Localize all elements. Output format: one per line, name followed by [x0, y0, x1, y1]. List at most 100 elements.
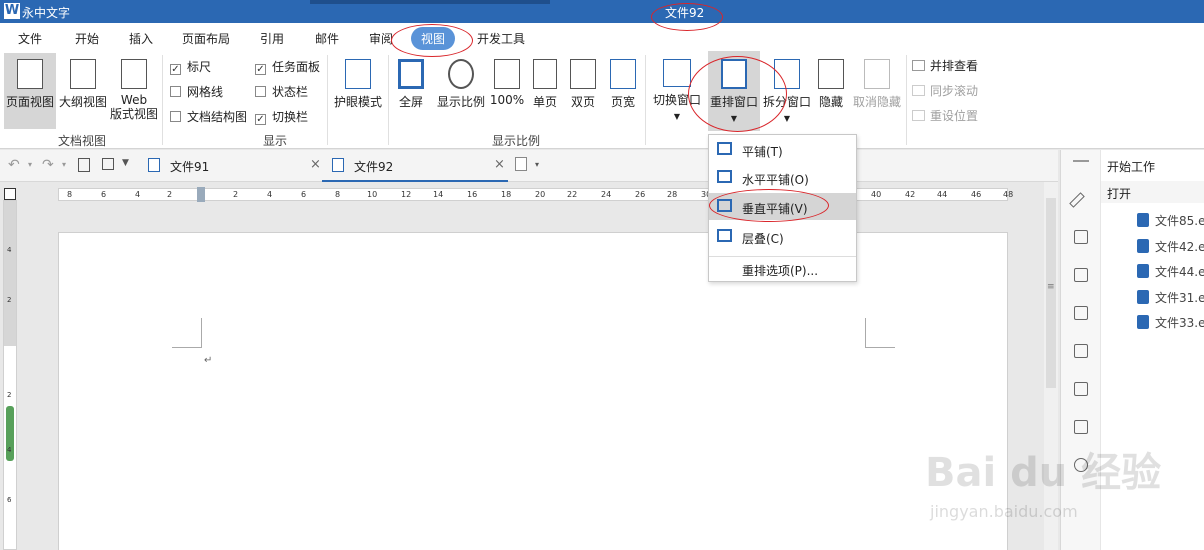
document-icon: [332, 158, 344, 172]
two-pages-button[interactable]: 双页: [566, 53, 600, 129]
web-view-button[interactable]: Web 版式视图: [109, 53, 159, 129]
list-item[interactable]: 文件42.e: [1137, 238, 1204, 264]
ruler-tick-label: 16: [467, 190, 478, 199]
tile-horizontal-icon: [717, 170, 732, 183]
ruler-tick-label: 14: [433, 190, 444, 199]
task-pane-checkbox[interactable]: ✓ 任务面板: [255, 58, 320, 75]
hide-button[interactable]: 隐藏: [816, 53, 846, 129]
undo-icon[interactable]: ↶: [8, 157, 20, 173]
menu-item-arrange-options[interactable]: 重排选项(P)...: [709, 255, 856, 282]
drag-handle-icon[interactable]: [1073, 160, 1089, 162]
document-icon: [1137, 264, 1149, 278]
document-page[interactable]: ↵: [58, 232, 1008, 550]
list-item[interactable]: 文件33.e: [1137, 314, 1204, 340]
document-icon: [1137, 238, 1149, 253]
pen-icon[interactable]: [1069, 192, 1085, 208]
close-icon[interactable]: ×: [494, 157, 505, 172]
group-label-doc-view: 文档视图: [58, 134, 107, 148]
gridlines-label: 网格线: [187, 85, 224, 99]
menu-item-cascade[interactable]: 层叠(C): [709, 223, 856, 250]
zoom-label: 显示比例: [436, 95, 485, 109]
clip-icon[interactable]: [1074, 344, 1088, 358]
ruler-tick-label: 2: [167, 190, 173, 199]
doc-map-checkbox[interactable]: 文档结构图: [170, 108, 247, 125]
chevron-down-icon[interactable]: ▾: [535, 160, 539, 169]
chevron-down-icon[interactable]: ▾: [62, 160, 66, 169]
switch-bar-checkbox[interactable]: ✓ 切换栏: [255, 108, 308, 125]
menu-item-tile[interactable]: 平铺(T): [709, 136, 856, 163]
vertical-ruler[interactable]: 4 2 2 4 6: [3, 200, 17, 550]
chevron-down-icon[interactable]: ▾: [28, 160, 32, 169]
page-view-button[interactable]: 页面视图: [4, 53, 56, 129]
layers-icon[interactable]: [1074, 268, 1088, 282]
tab-stop-selector[interactable]: [4, 188, 16, 200]
checkbox-icon: [170, 111, 181, 122]
horizontal-ruler[interactable]: 8 6 4 2 2 4 6 8 10 12 14 16 18 20 22 24 26 28 30 40 42 44 46 48: [58, 187, 1013, 202]
switch-window-icon: [663, 59, 691, 87]
page-width-button[interactable]: 页宽: [605, 53, 641, 129]
ruler-checkbox[interactable]: ✓ 标尺: [170, 58, 211, 75]
redo-icon[interactable]: ↷: [42, 157, 54, 173]
tab-file91[interactable]: 文件91 ×: [138, 150, 324, 182]
ruler-tick-label: 6: [7, 496, 12, 504]
unhide-button[interactable]: 取消隐藏: [850, 53, 904, 129]
ribbon: 页面视图 大纲视图 Web 版式视图 文档视图 ✓ 标尺 网格线 文档结构图 ✓ 任…: [0, 51, 1204, 149]
settings-sliders-icon[interactable]: [1074, 230, 1088, 244]
file-name: 文件42.e: [1155, 239, 1204, 254]
scrollbar-thumb[interactable]: [1046, 198, 1056, 388]
hide-icon: [818, 59, 844, 89]
menu-developer[interactable]: 开发工具: [477, 30, 525, 47]
menu-references[interactable]: 引用: [260, 30, 284, 47]
file-name: 文件85.e: [1155, 214, 1204, 228]
ruler-tick-label: 26: [635, 190, 646, 199]
sync-scroll-button[interactable]: 同步滚动: [912, 82, 978, 99]
save-icon[interactable]: [102, 158, 114, 170]
list-item[interactable]: 文件44.e: [1137, 263, 1204, 289]
zoom-button[interactable]: 显示比例: [434, 53, 488, 129]
divider: [906, 55, 907, 145]
task-pane-label: 任务面板: [272, 60, 321, 74]
close-icon[interactable]: ×: [310, 157, 321, 172]
customize-toolbar-icon[interactable]: ▼: [122, 158, 129, 168]
open-section[interactable]: 打开: [1101, 181, 1204, 203]
status-bar-checkbox[interactable]: 状态栏: [255, 83, 308, 100]
tab-file92[interactable]: 文件92 ×: [322, 150, 508, 182]
recent-files-list: 文件85.e 文件42.e 文件44.e 文件31.e 文件33.e: [1137, 212, 1204, 340]
menu-mailings[interactable]: 邮件: [315, 30, 339, 47]
gridlines-checkbox[interactable]: 网格线: [170, 83, 223, 100]
ruler-tick-label: 4: [267, 190, 273, 199]
edit-icon[interactable]: [1074, 420, 1088, 434]
ruler-tick-label: 42: [905, 190, 916, 199]
fullscreen-button[interactable]: 全屏: [392, 53, 430, 129]
ruler-tick-label: 4: [135, 190, 141, 199]
new-document-icon[interactable]: [515, 157, 527, 171]
lock-icon[interactable]: [1074, 306, 1088, 320]
side-by-side-button[interactable]: 并排查看: [912, 57, 978, 74]
menu-page-layout[interactable]: 页面布局: [182, 30, 230, 47]
ruler-tick-label: 22: [567, 190, 578, 199]
menu-home[interactable]: 开始: [75, 30, 99, 47]
copy-icon[interactable]: [1074, 382, 1088, 396]
one-page-button[interactable]: 单页: [528, 53, 562, 129]
menu-item-tile-horizontal[interactable]: 水平平铺(O): [709, 164, 856, 191]
magnifier-icon: [448, 59, 474, 89]
ruler-tick-label: 20: [535, 190, 546, 199]
reset-position-button[interactable]: 重设位置: [912, 107, 978, 124]
ruler-tick-label: 2: [233, 190, 239, 199]
indent-marker-icon[interactable]: [197, 187, 205, 202]
menu-insert[interactable]: 插入: [129, 30, 153, 47]
list-item[interactable]: 文件85.e: [1137, 212, 1204, 238]
ruler-tick-label: 4: [7, 446, 12, 454]
print-preview-icon[interactable]: [78, 158, 90, 172]
eye-mode-button[interactable]: 护眼模式: [332, 53, 384, 129]
sync-scroll-icon: [912, 85, 925, 96]
list-item[interactable]: 文件31.e: [1137, 289, 1204, 315]
zoom-100-button[interactable]: 100%: [488, 53, 526, 129]
margin-corner: [172, 318, 202, 348]
menu-review[interactable]: 审阅: [369, 30, 393, 47]
menu-file[interactable]: 文件: [18, 30, 42, 47]
cascade-icon: [717, 229, 732, 242]
outline-view-button[interactable]: 大纲视图: [57, 53, 109, 129]
tab-label: 文件91: [170, 160, 210, 174]
zoom-100-icon: [494, 59, 520, 89]
